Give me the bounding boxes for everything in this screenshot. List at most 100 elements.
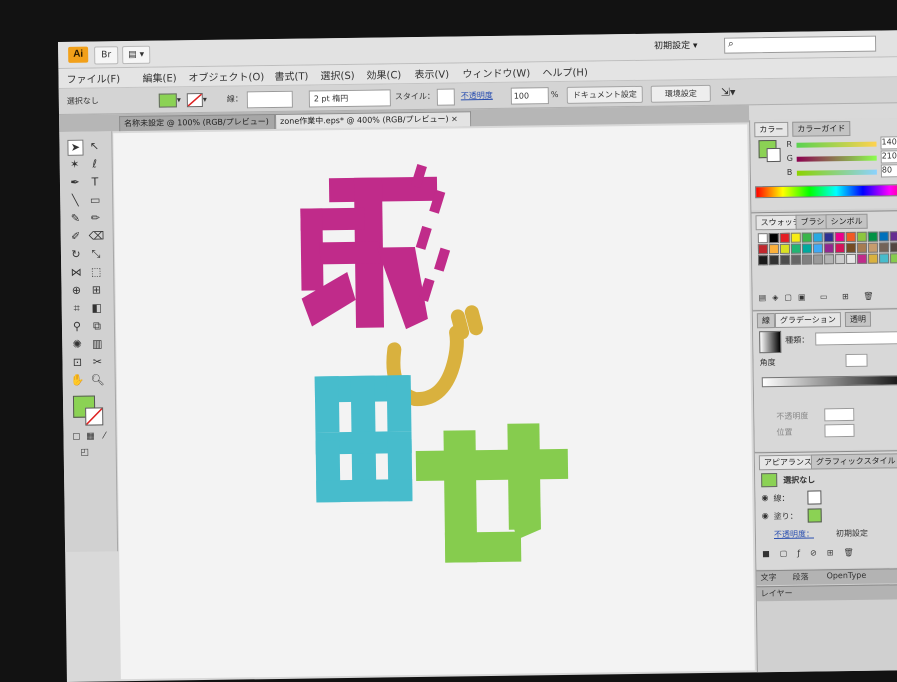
color-mode-icon[interactable]: ▢ [69, 430, 83, 444]
menu-file[interactable]: ファイル(F) [66, 70, 120, 86]
search-field[interactable]: ⌕ [724, 35, 877, 54]
color-panel-stroke-box[interactable] [766, 147, 781, 163]
swatch[interactable] [889, 231, 897, 242]
swatch[interactable] [790, 232, 801, 243]
swatch[interactable] [835, 254, 846, 265]
artboard-tool-icon[interactable]: ⊡ [70, 356, 84, 370]
gradient-opacity-input[interactable] [824, 407, 855, 422]
selection-tool-icon[interactable]: ➤ [67, 139, 84, 156]
graphic-style-swatch[interactable] [436, 88, 455, 106]
workspace-switcher[interactable]: 初期設定 ▾ [654, 38, 698, 55]
menu-view[interactable]: 表示(V) [414, 66, 449, 81]
bridge-button[interactable]: Br [94, 46, 119, 65]
tab-character[interactable]: 文字 [760, 572, 776, 583]
tab-appearance[interactable]: アピアランス [758, 454, 817, 471]
g-slider[interactable] [796, 155, 877, 162]
direct-selection-tool-icon[interactable]: ↖ [87, 139, 101, 153]
swatch[interactable] [769, 254, 780, 266]
swatch[interactable] [768, 243, 780, 255]
close-tab-icon[interactable]: × [451, 114, 458, 123]
magic-wand-tool-icon[interactable]: ✶ [68, 158, 82, 172]
swatch[interactable] [845, 231, 856, 243]
hiragana-se-glyph[interactable] [415, 423, 569, 563]
gradient-mode-icon[interactable]: ▦ [83, 429, 97, 443]
eye-icon[interactable]: ◉ [762, 511, 769, 520]
swatch[interactable] [845, 242, 857, 254]
stroke-dropdown-icon[interactable]: ▾ [203, 92, 207, 107]
swatch[interactable] [878, 231, 889, 242]
gradient-angle-input[interactable] [845, 353, 868, 368]
r-slider[interactable] [796, 141, 877, 148]
swatch[interactable] [890, 253, 897, 264]
swatch[interactable] [813, 254, 824, 265]
b-value-input[interactable]: 80 [880, 164, 897, 178]
tab-color[interactable]: カラー [754, 121, 789, 138]
eyedropper-tool-icon[interactable]: ⚲ [70, 320, 84, 334]
preferences-button[interactable]: 環境設定 [650, 84, 711, 103]
gradient-thumbnail[interactable] [759, 330, 782, 354]
swatch[interactable] [824, 254, 835, 265]
graph-tool-icon[interactable]: ▥ [90, 337, 104, 351]
swatch[interactable] [791, 254, 802, 265]
swatch[interactable] [879, 253, 890, 264]
menu-object[interactable]: オブジェクト(O) [188, 68, 264, 84]
swatch[interactable] [867, 231, 878, 242]
swatch[interactable] [802, 254, 813, 265]
r-value-input[interactable]: 140 [880, 136, 897, 150]
tab-stroke[interactable]: 線 [756, 313, 776, 329]
pen-tool-icon[interactable]: ✒ [68, 176, 82, 190]
free-transform-tool-icon[interactable]: ⬚ [89, 265, 103, 279]
kanji-de-glyph[interactable] [314, 375, 413, 503]
eye-icon[interactable]: ◉ [761, 493, 768, 502]
perspective-grid-tool-icon[interactable]: ⊞ [89, 283, 103, 297]
fill-dropdown-icon[interactable]: ▾ [177, 92, 181, 107]
eraser-tool-icon[interactable]: ⌫ [89, 229, 105, 243]
swatch[interactable] [812, 243, 824, 254]
tab-opentype[interactable]: OpenType [826, 571, 866, 581]
appearance-panel-buttons[interactable]: ■▢ƒ⊘⊞🗑︎ [762, 548, 864, 558]
document-tab-untitled[interactable]: 名称未設定 @ 100% (RGB/プレビュー) × [119, 113, 276, 142]
stroke-row-label[interactable]: 線： [773, 493, 789, 504]
swatch[interactable] [812, 232, 823, 243]
swatch[interactable] [768, 232, 779, 244]
zoom-tool-icon[interactable]: 🔍︎ [91, 373, 105, 387]
gradient-tool-icon[interactable]: ◧ [90, 301, 104, 315]
rectangle-tool-icon[interactable]: ▭ [88, 193, 102, 207]
swatch[interactable] [857, 253, 868, 264]
tab-gradient[interactable]: グラデーション [774, 312, 841, 329]
swatch[interactable] [779, 232, 790, 243]
tab-brushes[interactable]: ブラシ [795, 214, 830, 230]
swatch-panel-buttons[interactable]: ▤◈▢▣ ▭ ⊞ 🗑︎ [759, 292, 880, 303]
tab-layers[interactable]: レイヤー [761, 588, 793, 599]
swatch[interactable] [856, 242, 868, 253]
g-value-input[interactable]: 210 [880, 150, 897, 164]
symbol-sprayer-tool-icon[interactable]: ✺ [70, 338, 84, 352]
swatch[interactable] [878, 242, 890, 253]
opacity-input[interactable]: 100 [510, 87, 549, 105]
tab-paragraph[interactable]: 段落 [792, 572, 808, 583]
slice-tool-icon[interactable]: ✂ [90, 355, 104, 369]
swatch[interactable] [758, 255, 769, 266]
gradient-position-input[interactable] [824, 423, 855, 438]
swatch[interactable] [779, 243, 791, 254]
drawing-mode-icon[interactable]: ◰ [78, 446, 92, 460]
gradient-type-select[interactable] [815, 331, 897, 346]
tab-transparency[interactable]: 透明 [844, 311, 872, 328]
swatch[interactable] [757, 233, 768, 244]
width-tool-icon[interactable]: ⋈ [69, 266, 83, 280]
document-tab-active[interactable]: zone作業中.eps* @ 400% (RGB/プレビュー) × [275, 111, 472, 129]
none-mode-icon[interactable]: ⁄ [97, 429, 111, 443]
artboard-canvas[interactable] [113, 124, 755, 680]
menu-select[interactable]: 選択(S) [320, 67, 354, 82]
tab-graphic-styles[interactable]: グラフィックスタイル [810, 453, 897, 470]
swatch[interactable] [790, 243, 802, 254]
appearance-stroke-swatch[interactable] [807, 490, 822, 505]
kanji-tobi-glyph[interactable] [300, 163, 451, 331]
swatch[interactable] [757, 244, 769, 255]
swatch[interactable] [823, 232, 834, 243]
menu-type[interactable]: 書式(T) [274, 68, 308, 83]
line-tool-icon[interactable]: ╲ [68, 194, 82, 208]
pencil-tool-icon[interactable]: ✏ [88, 211, 102, 225]
menu-help[interactable]: ヘルプ(H) [542, 64, 587, 80]
menu-window[interactable]: ウィンドウ(W) [462, 64, 530, 80]
